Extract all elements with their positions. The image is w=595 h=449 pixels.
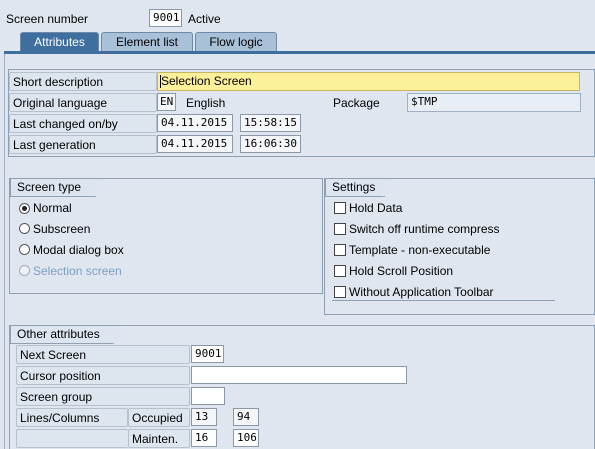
last-generation-time: 16:06:30 xyxy=(240,135,301,153)
lines-columns-spacer xyxy=(16,429,128,448)
lines-columns-label: Lines/Columns xyxy=(16,408,128,427)
radio-normal[interactable] xyxy=(19,203,30,214)
occupied-lines-field: 13 xyxy=(191,408,217,426)
checkbox-hold-data[interactable] xyxy=(334,202,346,214)
settings-title: Settings xyxy=(325,179,385,197)
settings-title-tail xyxy=(383,179,393,197)
cursor-position-label: Cursor position xyxy=(16,366,190,385)
radio-normal-label: Normal xyxy=(33,201,72,215)
checkbox-without-application-toolbar[interactable] xyxy=(334,286,346,298)
screen-number-label: Screen number xyxy=(6,12,89,26)
radio-modal-dialog[interactable] xyxy=(19,244,30,255)
checkbox-hold-scroll-position-label: Hold Scroll Position xyxy=(349,264,454,278)
occupied-columns-field: 94 xyxy=(233,408,259,426)
next-screen-input[interactable]: 9001 xyxy=(191,345,224,363)
language-code-field: EN xyxy=(157,93,176,111)
radio-selection-screen xyxy=(19,265,30,276)
last-generation-label: Last generation xyxy=(9,135,157,154)
screen-type-title: Screen type xyxy=(10,179,96,197)
mainten-columns-input[interactable]: 106 xyxy=(233,429,259,447)
next-screen-label: Next Screen xyxy=(16,345,190,364)
package-label: Package xyxy=(333,96,380,110)
checkbox-template-non-executable[interactable] xyxy=(334,244,346,256)
original-language-label: Original language xyxy=(9,93,157,112)
radio-subscreen-label: Subscreen xyxy=(33,222,91,236)
checkbox-switch-off-runtime-compress-label: Switch off runtime compress xyxy=(349,222,500,236)
cursor-position-input[interactable] xyxy=(191,366,407,384)
screen-type-title-tail xyxy=(94,179,104,197)
radio-selection-screen-label: Selection screen xyxy=(33,264,122,278)
last-generation-date: 04.11.2015 xyxy=(157,135,233,153)
checkbox-hold-scroll-position[interactable] xyxy=(334,265,346,277)
tab-element-list[interactable]: Element list xyxy=(101,32,193,51)
screen-group-input[interactable] xyxy=(191,387,225,405)
checkbox-hold-data-label: Hold Data xyxy=(349,201,403,215)
other-attributes-title-tail xyxy=(112,326,122,344)
other-attributes-title: Other attributes xyxy=(10,326,114,344)
mainten-label: Mainten. xyxy=(128,429,190,448)
checkbox-template-non-executable-label: Template - non-executable xyxy=(349,243,491,257)
last-changed-date: 04.11.2015 xyxy=(157,114,233,132)
package-field: $TMP xyxy=(407,93,581,112)
occupied-label: Occupied xyxy=(128,408,190,427)
settings-divider xyxy=(332,300,555,301)
radio-modal-dialog-label: Modal dialog box xyxy=(33,243,124,257)
checkbox-switch-off-runtime-compress[interactable] xyxy=(334,223,346,235)
short-description-input[interactable]: Selection Screen xyxy=(157,72,580,91)
language-name: English xyxy=(186,96,226,110)
last-changed-time: 15:58:15 xyxy=(240,114,301,132)
radio-subscreen[interactable] xyxy=(19,223,30,234)
short-description-label: Short description xyxy=(9,72,157,91)
checkbox-without-application-toolbar-label: Without Application Toolbar xyxy=(349,285,494,299)
tab-attributes[interactable]: Attributes xyxy=(20,32,99,51)
mainten-lines-input[interactable]: 16 xyxy=(191,429,217,447)
screen-number-field[interactable]: 9001 xyxy=(149,9,182,27)
status-text: Active xyxy=(188,12,221,26)
screen-group-label: Screen group xyxy=(16,387,190,406)
text-cursor xyxy=(160,75,161,88)
last-changed-label: Last changed on/by xyxy=(9,114,157,133)
tab-flow-logic[interactable]: Flow logic xyxy=(195,32,277,51)
